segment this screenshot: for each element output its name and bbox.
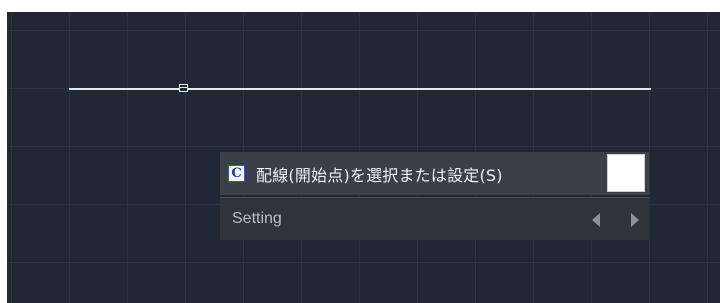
wire-grip-handle[interactable] <box>179 84 188 92</box>
command-prompt-row: C 配線(開始点)を選択または設定(S) <box>220 152 649 195</box>
command-tooltip: C 配線(開始点)を選択または設定(S) Setting <box>220 152 649 240</box>
wire-line[interactable] <box>69 88 651 90</box>
setting-value-box[interactable] <box>607 154 645 192</box>
drawing-canvas[interactable]: C 配線(開始点)を選択または設定(S) Setting <box>7 12 720 303</box>
setting-row: Setting <box>220 197 649 240</box>
command-icon: C <box>228 165 245 182</box>
command-prompt-text: 配線(開始点)を選択または設定(S) <box>256 165 503 185</box>
setting-label: Setting <box>232 210 282 227</box>
triangle-right-icon[interactable] <box>631 213 639 227</box>
triangle-left-icon[interactable] <box>592 213 600 227</box>
